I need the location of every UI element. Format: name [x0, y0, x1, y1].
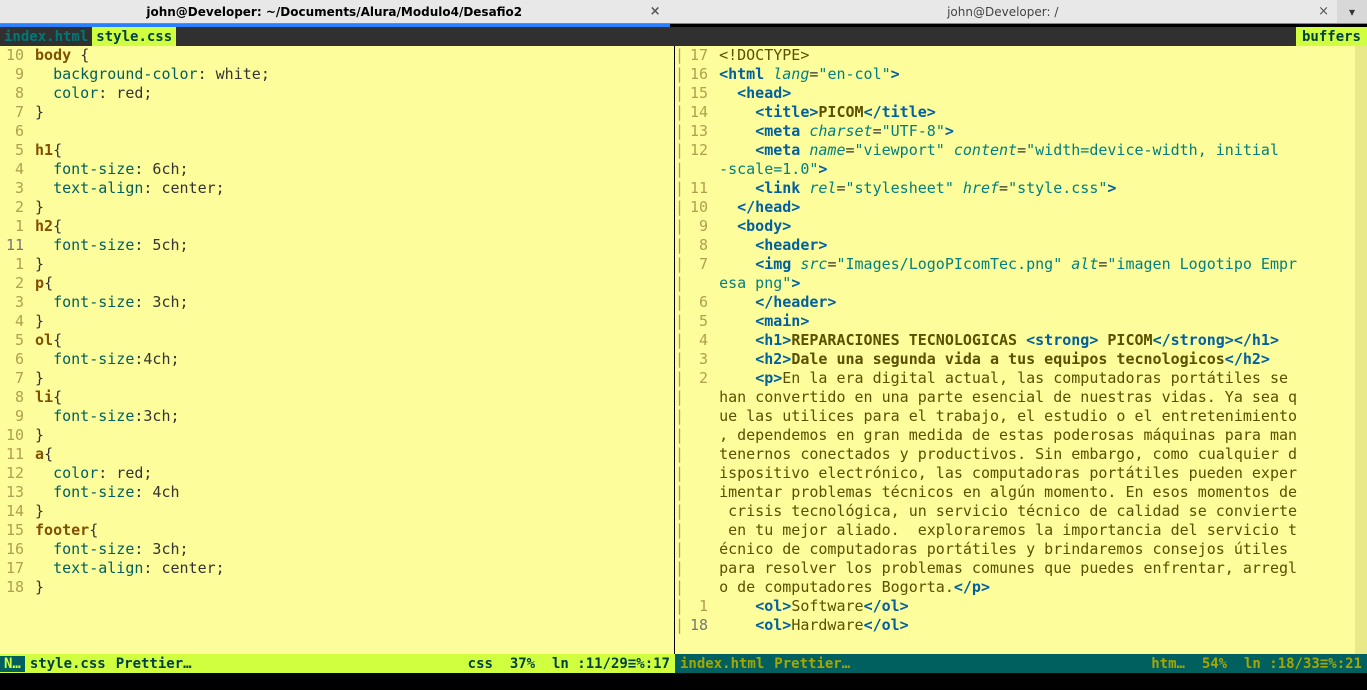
close-icon[interactable]: × [1318, 4, 1329, 19]
close-icon[interactable]: × [650, 4, 661, 19]
buffer-tab-style-css[interactable]: style.css [92, 27, 176, 46]
status-linter: Prettier… [111, 656, 197, 672]
terminal-tab-2[interactable]: john@Developer: / × [669, 0, 1338, 23]
status-position: ln :18/33≡%:21 [1244, 656, 1362, 672]
buffer-tabs: index.html style.css buffers [0, 27, 1367, 46]
status-filetype: htm… [1151, 656, 1185, 672]
status-filetype: css [468, 656, 493, 672]
pane-right[interactable]: |17 <!DOCTYPE> |16 <html lang="en-col"> … [675, 46, 1367, 654]
scrollbar[interactable] [1355, 46, 1367, 654]
terminal-tab-1[interactable]: john@Developer: ~/Documents/Alura/Modulo… [0, 0, 669, 23]
statusbar-right: index.html Prettier… htm… 54% ln :18/33≡… [675, 654, 1367, 673]
status-percent: 54% [1202, 656, 1227, 672]
mode-indicator: N… [0, 656, 25, 672]
buffers-label[interactable]: buffers [1296, 27, 1367, 46]
terminal-tab-1-title: john@Developer: ~/Documents/Alura/Modulo… [146, 5, 522, 19]
titlebar: john@Developer: ~/Documents/Alura/Modulo… [0, 0, 1367, 24]
status-position: ln :11/29≡%:17 [552, 656, 670, 672]
status-filename: index.html [675, 656, 769, 672]
status-percent: 37% [510, 656, 535, 672]
status-filename: style.css [25, 656, 111, 672]
status-linter: Prettier… [769, 656, 855, 672]
pane-left[interactable]: 10 body { 9 background-color: white; 8 c… [0, 46, 675, 654]
buffer-tab-index-html[interactable]: index.html [0, 27, 92, 46]
statusbar-left: N… style.css Prettier… css 37% ln :11/29… [0, 654, 675, 673]
terminal-tab-2-title: john@Developer: / [947, 5, 1058, 19]
chevron-down-icon[interactable]: ▾ [1337, 0, 1367, 23]
editor-area: 10 body { 9 background-color: white; 8 c… [0, 46, 1367, 654]
